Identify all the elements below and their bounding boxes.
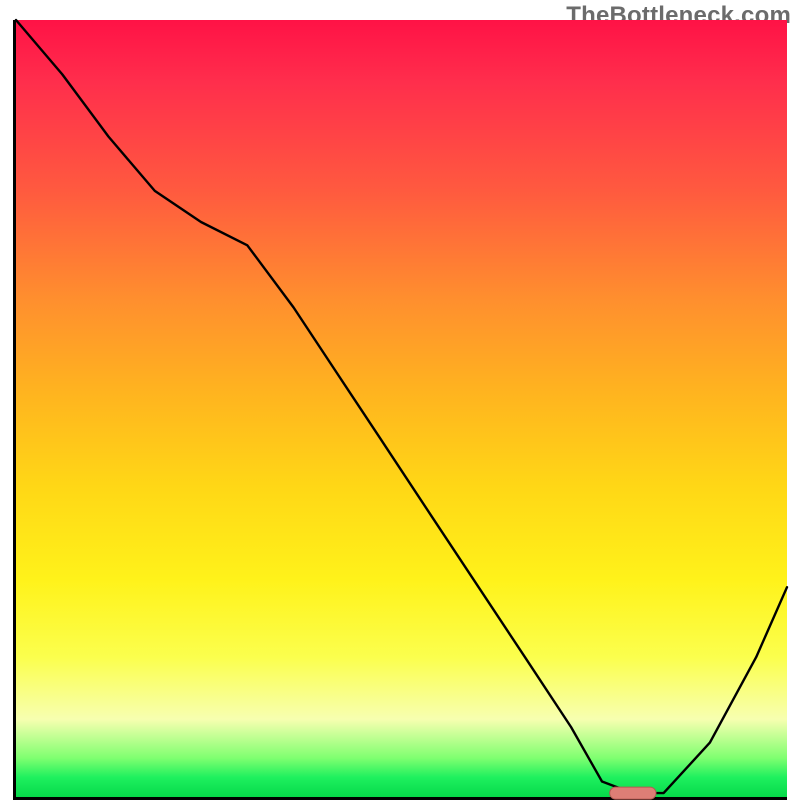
chart-container: TheBottleneck.com bbox=[0, 0, 800, 800]
optimal-range-marker bbox=[610, 787, 656, 799]
bottleneck-curve-line bbox=[16, 20, 787, 793]
chart-svg bbox=[16, 20, 787, 797]
plot-area bbox=[13, 20, 787, 800]
